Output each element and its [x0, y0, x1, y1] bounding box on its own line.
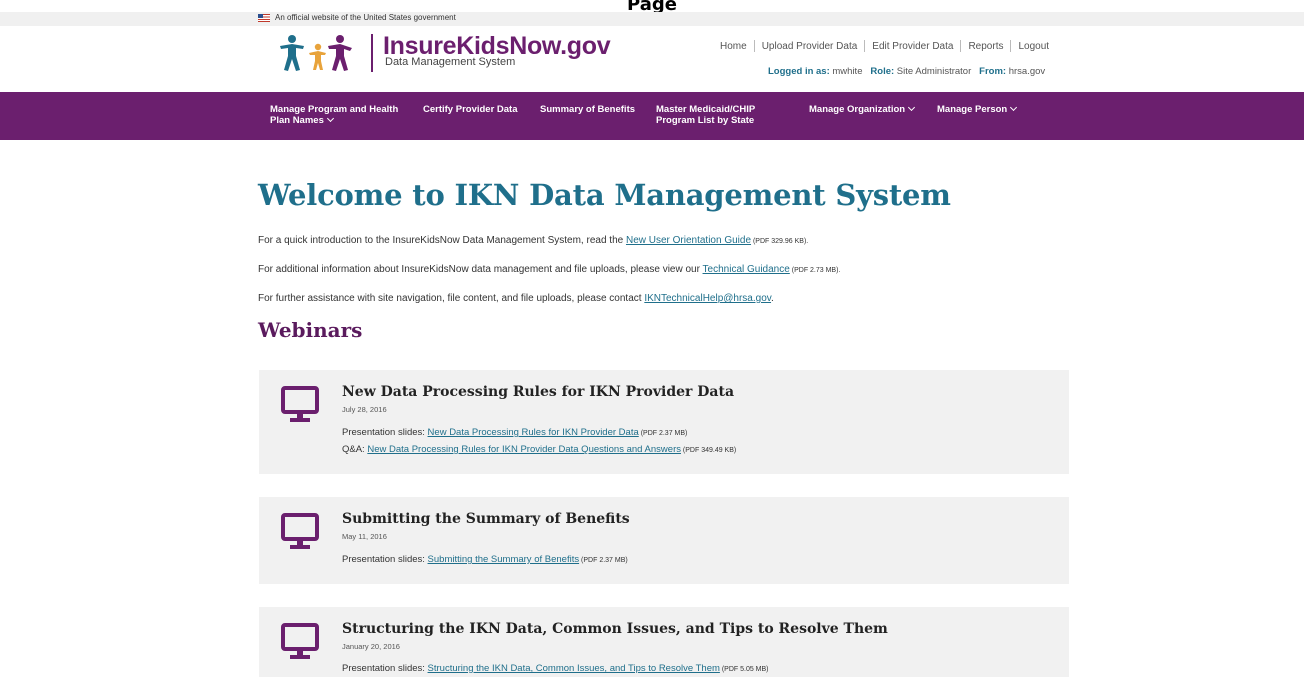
qa-link[interactable]: New Data Processing Rules for IKN Provid… — [367, 444, 681, 455]
nav-label: Master Medicaid/CHIP — [656, 104, 756, 115]
divider — [1010, 40, 1012, 52]
chevron-down-icon — [908, 103, 916, 112]
presentation-slides-link[interactable]: Structuring the IKN Data, Common Issues,… — [428, 663, 720, 674]
divider — [960, 40, 962, 52]
util-link-reports[interactable]: Reports — [968, 41, 1003, 52]
role-value: Site Administrator — [896, 66, 972, 77]
presentation-slides-link[interactable]: Submitting the Summary of Benefits — [428, 554, 580, 565]
util-link-logout[interactable]: Logout — [1018, 41, 1049, 52]
chevron-down-icon — [326, 114, 334, 123]
webinar-date: July 28, 2016 — [342, 405, 387, 414]
resource-label: Presentation slides: — [342, 663, 428, 674]
resource-label: Presentation slides: — [342, 427, 428, 438]
monitor-icon — [281, 513, 319, 549]
divider — [753, 40, 755, 52]
nav-manage-person[interactable]: Manage Person — [937, 103, 1018, 115]
intro-paragraph: For a quick introduction to the InsureKi… — [258, 235, 808, 246]
technical-help-email-link[interactable]: IKNTechnicalHelp@hrsa.gov — [644, 293, 771, 304]
page-title: Welcome to IKN Data Management System — [258, 178, 951, 212]
resource-label: Presentation slides: — [342, 554, 428, 565]
webinar-title: Structuring the IKN Data, Common Issues,… — [342, 621, 888, 637]
logged-in-label: Logged in as: — [768, 66, 830, 77]
utility-nav: Home Upload Provider Data Edit Provider … — [720, 40, 1049, 52]
intro-text: . — [771, 293, 774, 304]
nav-label: Program List by State — [656, 115, 755, 126]
role-label: Role: — [870, 66, 895, 77]
intro-text: For additional information about InsureK… — [258, 264, 703, 275]
nav-manage-program-plan-names[interactable]: Manage Program and Health Plan Names — [270, 104, 398, 126]
gov-banner-text: An official website of the United States… — [275, 13, 456, 22]
nav-label: Certify Provider Data — [423, 104, 518, 115]
login-status: Logged in as: mwhite Role: Site Administ… — [768, 66, 1045, 77]
monitor-icon — [281, 623, 319, 659]
nav-label: Summary of Benefits — [540, 104, 636, 115]
divider — [864, 40, 866, 52]
file-size: (PDF 2.73 MB). — [789, 267, 841, 274]
nav-label: Manage Program and Health — [270, 104, 399, 115]
webinar-resource-line: Q&A: New Data Processing Rules for IKN P… — [342, 444, 736, 455]
webinar-resource-line: Presentation slides: New Data Processing… — [342, 427, 687, 438]
util-link-edit-provider-data[interactable]: Edit Provider Data — [872, 41, 953, 52]
nav-label: Manage Organization — [809, 104, 906, 115]
main-nav: Manage Program and Health Plan Names Cer… — [0, 92, 1304, 140]
logged-in-user: mwhite — [832, 66, 863, 77]
webinar-resource-line: Presentation slides: Structuring the IKN… — [342, 663, 769, 674]
nav-manage-organization[interactable]: Manage Organization — [809, 103, 916, 115]
file-size: (PDF 2.37 MB) — [579, 557, 628, 564]
logo-divider — [371, 34, 373, 72]
chevron-down-icon — [1010, 103, 1018, 112]
site-logo-subtitle: Data Management System — [385, 56, 516, 68]
file-size: (PDF 349.49 KB) — [680, 447, 737, 454]
intro-text: For a quick introduction to the InsureKi… — [258, 235, 626, 246]
webinar-date: January 20, 2016 — [342, 642, 400, 651]
webinar-card: Submitting the Summary of Benefits May 1… — [259, 497, 1069, 584]
technical-guidance-link[interactable]: Technical Guidance — [703, 264, 790, 275]
webinar-card: New Data Processing Rules for IKN Provid… — [259, 370, 1069, 474]
webinar-date: May 11, 2016 — [342, 532, 387, 541]
site-header: InsureKidsNow.gov Data Management System… — [0, 26, 1304, 92]
monitor-icon — [281, 386, 319, 422]
file-size: (PDF 5.05 MB) — [719, 666, 769, 673]
intro-text: For further assistance with site navigat… — [258, 293, 645, 304]
intro-paragraph: For further assistance with site navigat… — [258, 293, 774, 304]
webinar-title: Submitting the Summary of Benefits — [342, 511, 630, 527]
from-value: hrsa.gov — [1008, 66, 1046, 77]
util-link-upload-provider-data[interactable]: Upload Provider Data — [762, 41, 858, 52]
nav-master-medicaid-chip[interactable]: Master Medicaid/CHIP Program List by Sta… — [656, 104, 755, 126]
intro-paragraph: For additional information about InsureK… — [258, 264, 840, 275]
gov-banner: An official website of the United States… — [0, 12, 1304, 26]
logo-family-icon[interactable] — [278, 34, 360, 72]
webinars-heading: Webinars — [258, 318, 363, 342]
nav-summary-of-benefits[interactable]: Summary of Benefits — [540, 104, 635, 115]
file-size: (PDF 329.96 KB). — [751, 238, 809, 245]
nav-certify-provider-data[interactable]: Certify Provider Data — [423, 104, 518, 115]
nav-label: Manage Person — [937, 104, 1008, 115]
from-label: From: — [979, 66, 1007, 77]
resource-label: Q&A: — [342, 444, 368, 455]
webinar-title: New Data Processing Rules for IKN Provid… — [342, 384, 735, 400]
webinar-resource-line: Presentation slides: Submitting the Summ… — [342, 554, 628, 565]
nav-label: Plan Names — [270, 115, 324, 126]
us-flag-icon — [258, 13, 270, 22]
new-user-orientation-guide-link[interactable]: New User Orientation Guide — [626, 235, 751, 246]
presentation-slides-link[interactable]: New Data Processing Rules for IKN Provid… — [428, 427, 639, 438]
file-size: (PDF 2.37 MB) — [638, 430, 688, 437]
webinar-card: Structuring the IKN Data, Common Issues,… — [259, 607, 1069, 677]
util-link-home[interactable]: Home — [720, 41, 747, 52]
